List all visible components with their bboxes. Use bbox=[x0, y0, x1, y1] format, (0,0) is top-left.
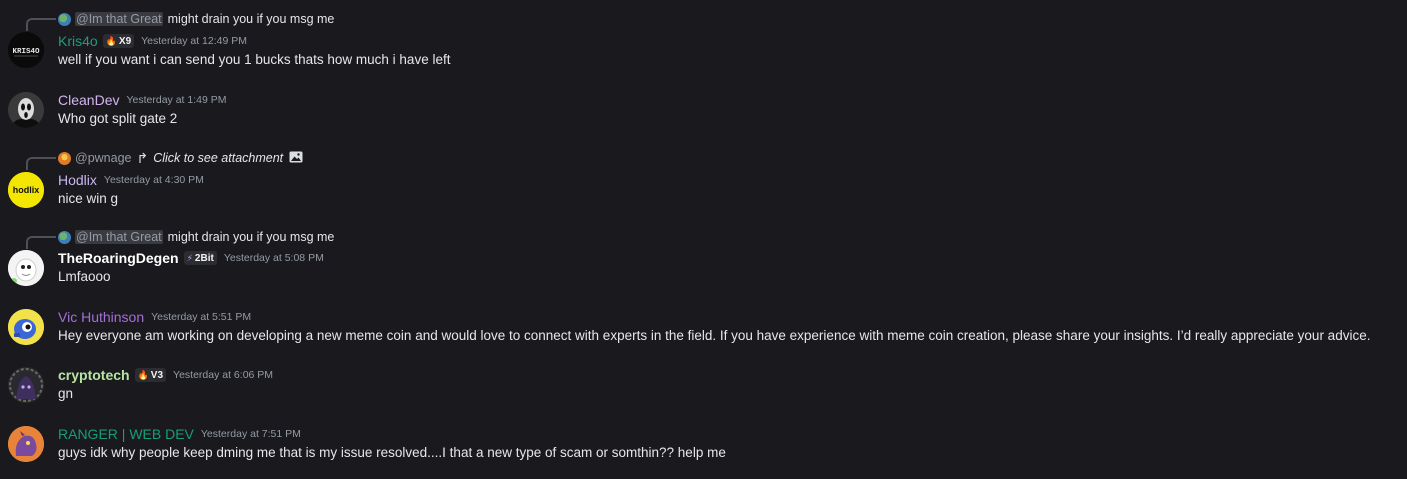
avatar-text: hodlix bbox=[13, 185, 40, 195]
message-content: Hey everyone am working on developing a … bbox=[58, 328, 1371, 343]
username[interactable]: Kris4o bbox=[58, 33, 98, 49]
image-icon[interactable] bbox=[289, 151, 303, 166]
message-content: Who got split gate 2 bbox=[58, 111, 178, 126]
chat-message-list: @Im that Great might drain you if you ms… bbox=[0, 0, 1407, 479]
flame-icon: 🔥 bbox=[105, 35, 117, 46]
message-header: RANGER | WEB DEV Yesterday at 7:51 PM bbox=[58, 425, 301, 443]
message-header: cryptotech 🔥 V3 Yesterday at 6:06 PM bbox=[58, 366, 273, 384]
timestamp[interactable]: Yesterday at 5:08 PM bbox=[224, 252, 324, 264]
lightning-icon: ⚡ bbox=[186, 252, 193, 263]
timestamp[interactable]: Yesterday at 5:51 PM bbox=[151, 311, 251, 323]
reply-preview[interactable]: @Im that Great might drain you if you ms… bbox=[58, 229, 334, 245]
message-content: nice win g bbox=[58, 191, 119, 206]
purple-hooded-avatar[interactable] bbox=[8, 367, 44, 403]
message-content: well if you want i can send you 1 bucks … bbox=[58, 52, 451, 67]
reply-username[interactable]: @Im that Great bbox=[75, 230, 163, 244]
globe-avatar-icon bbox=[58, 12, 71, 26]
ghostface-avatar[interactable] bbox=[8, 92, 44, 128]
reply-preview[interactable]: @pwnage ↱ Click to see attachment bbox=[58, 150, 303, 166]
reply-connector bbox=[26, 18, 56, 31]
message-content: gn bbox=[58, 386, 74, 401]
badge-label: V3 bbox=[150, 369, 164, 381]
reply-username[interactable]: @pwnage bbox=[75, 151, 131, 165]
message-content: Lmfaooo bbox=[58, 269, 111, 284]
username[interactable]: cryptotech bbox=[58, 367, 130, 383]
username[interactable]: Vic Huthinson bbox=[58, 309, 144, 325]
timestamp[interactable]: Yesterday at 12:49 PM bbox=[141, 35, 247, 47]
badge-label: X9 bbox=[118, 35, 132, 47]
flame-icon: 🔥 bbox=[137, 369, 149, 380]
message-header: Kris4o 🔥 X9 Yesterday at 12:49 PM bbox=[58, 32, 247, 50]
reply-username[interactable]: @Im that Great bbox=[75, 12, 163, 26]
reply-preview[interactable]: @Im that Great might drain you if you ms… bbox=[58, 11, 334, 27]
blue-robot-avatar[interactable] bbox=[8, 309, 44, 345]
orange-avatar-icon bbox=[58, 151, 71, 165]
server-tag-badge[interactable]: 🔥 V3 bbox=[134, 368, 167, 382]
timestamp[interactable]: Yesterday at 1:49 PM bbox=[126, 94, 226, 106]
badge-label: 2Bit bbox=[194, 252, 214, 264]
reply-text[interactable]: might drain you if you msg me bbox=[168, 230, 335, 244]
server-tag-badge[interactable]: ⚡ 2Bit bbox=[183, 251, 217, 265]
reply-connector bbox=[26, 236, 56, 249]
kris40-logo-avatar[interactable]: KRIS4O bbox=[8, 32, 44, 68]
message-header: Hodlix Yesterday at 4:30 PM bbox=[58, 171, 204, 189]
reply-connector bbox=[26, 157, 56, 170]
reply-text[interactable]: Click to see attachment bbox=[153, 151, 283, 165]
timestamp[interactable]: Yesterday at 7:51 PM bbox=[201, 428, 301, 440]
username[interactable]: Hodlix bbox=[58, 172, 97, 188]
message-header: Vic Huthinson Yesterday at 5:51 PM bbox=[58, 308, 251, 326]
username[interactable]: CleanDev bbox=[58, 92, 119, 108]
globe-avatar-icon bbox=[58, 230, 71, 244]
reply-text[interactable]: might drain you if you msg me bbox=[168, 12, 335, 26]
white-creature-avatar[interactable] bbox=[8, 250, 44, 286]
username[interactable]: RANGER | WEB DEV bbox=[58, 426, 194, 442]
message-header: TheRoaringDegen ⚡ 2Bit Yesterday at 5:08… bbox=[58, 249, 324, 267]
username[interactable]: TheRoaringDegen bbox=[58, 250, 179, 266]
hodlix-logo-avatar[interactable]: hodlix bbox=[8, 172, 44, 208]
message-content: guys idk why people keep dming me that i… bbox=[58, 445, 726, 460]
svg-text:KRIS4O: KRIS4O bbox=[12, 48, 40, 56]
server-tag-badge[interactable]: 🔥 X9 bbox=[102, 34, 135, 48]
timestamp[interactable]: Yesterday at 6:06 PM bbox=[173, 369, 273, 381]
message-header: CleanDev Yesterday at 1:49 PM bbox=[58, 91, 227, 109]
timestamp[interactable]: Yesterday at 4:30 PM bbox=[104, 174, 204, 186]
reply-arrow-icon: ↱ bbox=[136, 149, 149, 166]
purple-dragon-avatar[interactable] bbox=[8, 426, 44, 462]
